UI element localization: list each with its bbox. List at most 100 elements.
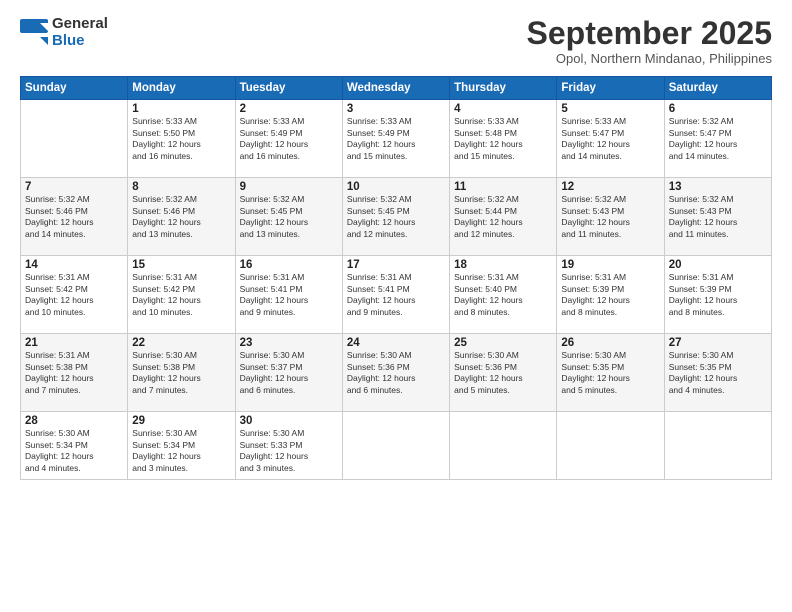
day-info: Sunrise: 5:33 AMSunset: 5:49 PMDaylight:… [240,116,338,162]
day-number: 15 [132,259,230,271]
logo-text: General Blue [52,16,108,49]
table-row: 1Sunrise: 5:33 AMSunset: 5:50 PMDaylight… [128,100,235,178]
col-friday: Friday [557,77,664,100]
day-info: Sunrise: 5:33 AMSunset: 5:49 PMDaylight:… [347,116,445,162]
title-area: September 2025 Opol, Northern Mindanao, … [527,16,772,66]
day-info: Sunrise: 5:32 AMSunset: 5:43 PMDaylight:… [669,194,767,240]
logo: General Blue [20,16,108,49]
day-info: Sunrise: 5:31 AMSunset: 5:41 PMDaylight:… [347,272,445,318]
table-row [342,412,449,480]
day-number: 20 [669,259,767,271]
day-number: 29 [132,415,230,427]
day-info: Sunrise: 5:30 AMSunset: 5:36 PMDaylight:… [347,350,445,396]
table-row: 4Sunrise: 5:33 AMSunset: 5:48 PMDaylight… [450,100,557,178]
table-row: 13Sunrise: 5:32 AMSunset: 5:43 PMDayligh… [664,178,771,256]
day-number: 14 [25,259,123,271]
day-number: 26 [561,337,659,349]
table-row [664,412,771,480]
location-subtitle: Opol, Northern Mindanao, Philippines [527,51,772,66]
day-number: 4 [454,103,552,115]
table-row: 6Sunrise: 5:32 AMSunset: 5:47 PMDaylight… [664,100,771,178]
day-number: 17 [347,259,445,271]
logo-general-text: General [52,16,108,33]
day-number: 18 [454,259,552,271]
day-info: Sunrise: 5:30 AMSunset: 5:37 PMDaylight:… [240,350,338,396]
col-tuesday: Tuesday [235,77,342,100]
day-info: Sunrise: 5:32 AMSunset: 5:47 PMDaylight:… [669,116,767,162]
day-number: 21 [25,337,123,349]
table-row: 26Sunrise: 5:30 AMSunset: 5:35 PMDayligh… [557,334,664,412]
table-row: 19Sunrise: 5:31 AMSunset: 5:39 PMDayligh… [557,256,664,334]
day-info: Sunrise: 5:30 AMSunset: 5:38 PMDaylight:… [132,350,230,396]
table-row: 15Sunrise: 5:31 AMSunset: 5:42 PMDayligh… [128,256,235,334]
table-row: 8Sunrise: 5:32 AMSunset: 5:46 PMDaylight… [128,178,235,256]
day-number: 28 [25,415,123,427]
day-info: Sunrise: 5:31 AMSunset: 5:40 PMDaylight:… [454,272,552,318]
col-thursday: Thursday [450,77,557,100]
day-info: Sunrise: 5:30 AMSunset: 5:33 PMDaylight:… [240,428,338,474]
day-number: 10 [347,181,445,193]
day-info: Sunrise: 5:32 AMSunset: 5:44 PMDaylight:… [454,194,552,240]
day-number: 11 [454,181,552,193]
day-number: 16 [240,259,338,271]
day-number: 6 [669,103,767,115]
col-sunday: Sunday [21,77,128,100]
logo-icon [20,19,48,47]
table-row: 17Sunrise: 5:31 AMSunset: 5:41 PMDayligh… [342,256,449,334]
day-info: Sunrise: 5:31 AMSunset: 5:41 PMDaylight:… [240,272,338,318]
table-row: 20Sunrise: 5:31 AMSunset: 5:39 PMDayligh… [664,256,771,334]
day-number: 25 [454,337,552,349]
day-number: 24 [347,337,445,349]
table-row: 30Sunrise: 5:30 AMSunset: 5:33 PMDayligh… [235,412,342,480]
calendar-header-row: Sunday Monday Tuesday Wednesday Thursday… [21,77,772,100]
day-info: Sunrise: 5:32 AMSunset: 5:45 PMDaylight:… [240,194,338,240]
day-number: 5 [561,103,659,115]
page-header: General Blue September 2025 Opol, Northe… [20,16,772,66]
day-info: Sunrise: 5:33 AMSunset: 5:48 PMDaylight:… [454,116,552,162]
table-row: 18Sunrise: 5:31 AMSunset: 5:40 PMDayligh… [450,256,557,334]
day-info: Sunrise: 5:32 AMSunset: 5:46 PMDaylight:… [132,194,230,240]
table-row: 16Sunrise: 5:31 AMSunset: 5:41 PMDayligh… [235,256,342,334]
table-row: 27Sunrise: 5:30 AMSunset: 5:35 PMDayligh… [664,334,771,412]
table-row: 29Sunrise: 5:30 AMSunset: 5:34 PMDayligh… [128,412,235,480]
table-row: 3Sunrise: 5:33 AMSunset: 5:49 PMDaylight… [342,100,449,178]
table-row: 5Sunrise: 5:33 AMSunset: 5:47 PMDaylight… [557,100,664,178]
table-row: 7Sunrise: 5:32 AMSunset: 5:46 PMDaylight… [21,178,128,256]
table-row: 22Sunrise: 5:30 AMSunset: 5:38 PMDayligh… [128,334,235,412]
day-number: 13 [669,181,767,193]
table-row: 12Sunrise: 5:32 AMSunset: 5:43 PMDayligh… [557,178,664,256]
day-info: Sunrise: 5:30 AMSunset: 5:34 PMDaylight:… [132,428,230,474]
calendar-table: Sunday Monday Tuesday Wednesday Thursday… [20,76,772,480]
day-info: Sunrise: 5:30 AMSunset: 5:34 PMDaylight:… [25,428,123,474]
day-info: Sunrise: 5:31 AMSunset: 5:42 PMDaylight:… [132,272,230,318]
col-wednesday: Wednesday [342,77,449,100]
col-monday: Monday [128,77,235,100]
col-saturday: Saturday [664,77,771,100]
day-number: 12 [561,181,659,193]
table-row: 25Sunrise: 5:30 AMSunset: 5:36 PMDayligh… [450,334,557,412]
day-number: 7 [25,181,123,193]
day-number: 1 [132,103,230,115]
table-row [21,100,128,178]
month-title: September 2025 [527,16,772,51]
day-number: 3 [347,103,445,115]
table-row: 14Sunrise: 5:31 AMSunset: 5:42 PMDayligh… [21,256,128,334]
day-number: 27 [669,337,767,349]
table-row [557,412,664,480]
day-info: Sunrise: 5:31 AMSunset: 5:38 PMDaylight:… [25,350,123,396]
logo-blue-text: Blue [52,33,108,50]
day-info: Sunrise: 5:30 AMSunset: 5:35 PMDaylight:… [561,350,659,396]
day-number: 19 [561,259,659,271]
day-info: Sunrise: 5:31 AMSunset: 5:39 PMDaylight:… [561,272,659,318]
day-info: Sunrise: 5:30 AMSunset: 5:36 PMDaylight:… [454,350,552,396]
table-row: 11Sunrise: 5:32 AMSunset: 5:44 PMDayligh… [450,178,557,256]
table-row: 21Sunrise: 5:31 AMSunset: 5:38 PMDayligh… [21,334,128,412]
day-info: Sunrise: 5:33 AMSunset: 5:50 PMDaylight:… [132,116,230,162]
day-info: Sunrise: 5:33 AMSunset: 5:47 PMDaylight:… [561,116,659,162]
day-number: 30 [240,415,338,427]
table-row: 10Sunrise: 5:32 AMSunset: 5:45 PMDayligh… [342,178,449,256]
day-number: 22 [132,337,230,349]
day-info: Sunrise: 5:32 AMSunset: 5:46 PMDaylight:… [25,194,123,240]
table-row: 28Sunrise: 5:30 AMSunset: 5:34 PMDayligh… [21,412,128,480]
day-info: Sunrise: 5:31 AMSunset: 5:39 PMDaylight:… [669,272,767,318]
